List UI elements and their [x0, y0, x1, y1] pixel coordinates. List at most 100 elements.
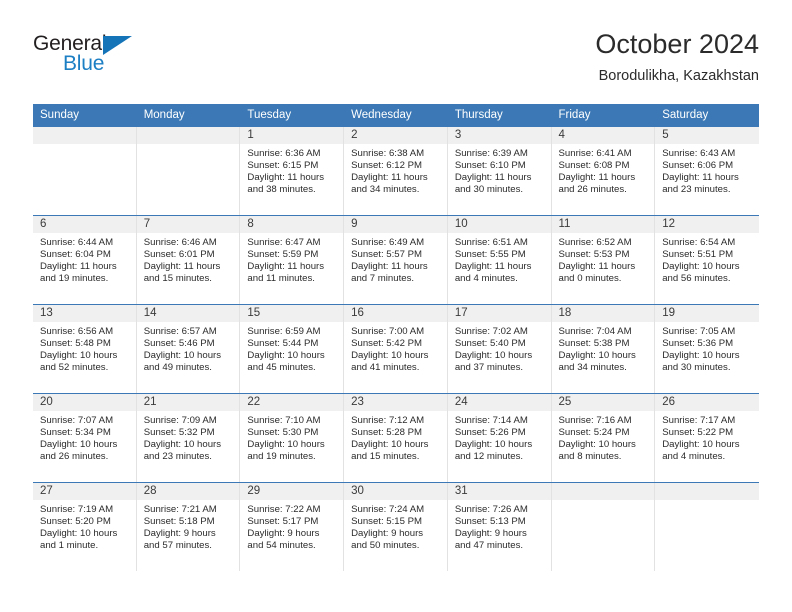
day-details: Sunrise: 6:49 AM Sunset: 5:57 PM Daylight:…	[344, 233, 447, 285]
day-details: Sunrise: 7:17 AM Sunset: 5:22 PM Daylight:…	[655, 411, 759, 463]
day-cell[interactable]: 9 Sunrise: 6:49 AM Sunset: 5:57 PM Daylight…	[344, 216, 448, 304]
weekday-header-monday: Monday	[143, 109, 185, 121]
sunrise-time: Sunrise: 6:36 AM	[247, 148, 321, 159]
sunrise-time: Sunrise: 6:39 AM	[454, 148, 528, 159]
day-details: Sunrise: 7:07 AM Sunset: 5:34 PM Daylight:…	[33, 411, 136, 463]
title-block: October 2024 Borodulikha, Kazakhstan	[595, 28, 759, 86]
daylight-duration-line2: and 15 minutes.	[143, 273, 212, 285]
day-cell[interactable]: 28 Sunrise: 7:21 AM Sunset: 5:18 PM Dayligh…	[136, 483, 241, 571]
sunrise-time: Sunrise: 6:59 AM	[247, 326, 321, 337]
day-cell-empty	[655, 483, 759, 571]
weekday-header-saturday: Saturday	[662, 109, 709, 121]
daylight-duration-line2: and 54 minutes.	[247, 540, 316, 552]
day-cell[interactable]: 14 Sunrise: 6:57 AM Sunset: 5:46 PM Dayligh…	[136, 305, 241, 393]
day-cell[interactable]: 5 Sunrise: 6:43 AM Sunset: 6:06 PM Daylight…	[655, 127, 759, 215]
daylight-duration-line2: and 47 minutes.	[454, 540, 524, 552]
daylight-duration-line2: and 50 minutes.	[351, 540, 420, 552]
day-number: 1	[240, 127, 344, 144]
sunrise-time: Sunrise: 6:56 AM	[40, 326, 114, 337]
day-cell[interactable]: 18 Sunrise: 7:04 AM Sunset: 5:38 PM Dayligh…	[551, 305, 656, 393]
day-cell[interactable]: 21 Sunrise: 7:09 AM Sunset: 5:32 PM Dayligh…	[136, 394, 241, 482]
day-number: 23	[344, 394, 447, 411]
day-number: 24	[447, 394, 551, 411]
weekday-header-friday: Friday	[558, 109, 591, 121]
sunrise-time: Sunrise: 7:00 AM	[351, 326, 425, 337]
day-cell[interactable]: 1 Sunrise: 6:36 AM Sunset: 6:15 PM Daylight…	[240, 127, 345, 215]
calendar-page: General Blue October 2024 Borodulikha, K…	[0, 0, 792, 612]
day-cell[interactable]: 16 Sunrise: 7:00 AM Sunset: 5:42 PM Dayligh…	[344, 305, 448, 393]
day-cell[interactable]: 15 Sunrise: 6:59 AM Sunset: 5:44 PM Dayligh…	[240, 305, 345, 393]
day-details: Sunrise: 7:26 AM Sunset: 5:13 PM Daylight:…	[448, 500, 551, 552]
day-cell[interactable]: 10 Sunrise: 6:51 AM Sunset: 5:55 PM Dayligh…	[447, 216, 552, 304]
daylight-duration-line2: and 8 minutes.	[558, 451, 622, 463]
sunrise-time: Sunrise: 7:16 AM	[558, 415, 632, 426]
daylight-duration-line2: and 19 minutes.	[40, 273, 109, 285]
day-number: 26	[655, 394, 759, 411]
daylight-duration-line2: and 0 minutes.	[558, 273, 622, 285]
day-cell[interactable]: 27 Sunrise: 7:19 AM Sunset: 5:20 PM Dayligh…	[33, 483, 137, 571]
day-cell[interactable]: 23 Sunrise: 7:12 AM Sunset: 5:28 PM Dayligh…	[344, 394, 448, 482]
day-details: Sunrise: 6:38 AM Sunset: 6:12 PM Daylight:…	[344, 144, 447, 196]
daylight-duration-line2: and 4 minutes.	[454, 273, 518, 285]
day-cell[interactable]: 6 Sunrise: 6:44 AM Sunset: 6:04 PM Daylight…	[33, 216, 137, 304]
sunset-time: Sunset: 5:15 PM	[351, 516, 423, 528]
daylight-duration-line2: and 38 minutes.	[247, 184, 316, 196]
day-number	[33, 127, 136, 144]
day-number: 31	[447, 483, 551, 500]
day-cell[interactable]: 2 Sunrise: 6:38 AM Sunset: 6:12 PM Daylight…	[344, 127, 448, 215]
weekday-header-sunday: Sunday	[40, 109, 80, 121]
daylight-duration-line1: Daylight: 11 hours	[40, 261, 117, 273]
day-details: Sunrise: 6:39 AM Sunset: 6:10 PM Daylight:…	[448, 144, 551, 196]
day-cell[interactable]: 20 Sunrise: 7:07 AM Sunset: 5:34 PM Dayligh…	[33, 394, 137, 482]
day-cell[interactable]: 7 Sunrise: 6:46 AM Sunset: 6:01 PM Daylight…	[136, 216, 241, 304]
sunrise-time: Sunrise: 6:49 AM	[351, 237, 425, 248]
sunrise-time: Sunrise: 6:47 AM	[247, 237, 321, 248]
day-cell[interactable]: 29 Sunrise: 7:22 AM Sunset: 5:17 PM Dayligh…	[240, 483, 345, 571]
day-cell[interactable]: 24 Sunrise: 7:14 AM Sunset: 5:26 PM Dayligh…	[447, 394, 552, 482]
day-cell[interactable]: 30 Sunrise: 7:24 AM Sunset: 5:15 PM Dayligh…	[344, 483, 448, 571]
daylight-duration-line1: Daylight: 10 hours	[558, 350, 636, 362]
sunset-time: Sunset: 6:06 PM	[662, 160, 734, 172]
day-number: 3	[447, 127, 551, 144]
day-cell[interactable]: 3 Sunrise: 6:39 AM Sunset: 6:10 PM Daylight…	[447, 127, 552, 215]
sunrise-time: Sunrise: 6:54 AM	[662, 237, 736, 248]
day-cell[interactable]: 17 Sunrise: 7:02 AM Sunset: 5:40 PM Dayligh…	[447, 305, 552, 393]
daylight-duration-line1: Daylight: 9 hours	[143, 528, 216, 540]
day-cell[interactable]: 25 Sunrise: 7:16 AM Sunset: 5:24 PM Dayligh…	[551, 394, 656, 482]
daylight-duration-line1: Daylight: 10 hours	[247, 439, 325, 451]
sunset-time: Sunset: 6:08 PM	[558, 160, 630, 172]
day-details	[33, 144, 136, 148]
sunrise-time: Sunrise: 6:57 AM	[143, 326, 217, 337]
calendar-week-row: 1 Sunrise: 6:36 AM Sunset: 6:15 PM Daylight…	[33, 127, 759, 215]
daylight-duration-line1: Daylight: 10 hours	[40, 528, 118, 540]
day-details: Sunrise: 6:36 AM Sunset: 6:15 PM Daylight:…	[240, 144, 343, 196]
day-details: Sunrise: 7:22 AM Sunset: 5:17 PM Daylight:…	[240, 500, 343, 552]
day-details: Sunrise: 6:59 AM Sunset: 5:44 PM Daylight:…	[240, 322, 343, 374]
day-number: 20	[33, 394, 136, 411]
calendar-week-row: 6 Sunrise: 6:44 AM Sunset: 6:04 PM Daylight…	[33, 215, 759, 304]
daylight-duration-line1: Daylight: 11 hours	[351, 172, 428, 184]
daylight-duration-line2: and 34 minutes.	[351, 184, 420, 196]
day-cell[interactable]: 19 Sunrise: 7:05 AM Sunset: 5:36 PM Dayligh…	[655, 305, 759, 393]
sunrise-time: Sunrise: 7:21 AM	[143, 504, 217, 515]
daylight-duration-line2: and 30 minutes.	[454, 184, 524, 196]
day-details: Sunrise: 7:14 AM Sunset: 5:26 PM Daylight:…	[448, 411, 551, 463]
daylight-duration-line2: and 30 minutes.	[662, 362, 731, 374]
day-cell[interactable]: 11 Sunrise: 6:52 AM Sunset: 5:53 PM Dayligh…	[551, 216, 656, 304]
sunset-time: Sunset: 5:44 PM	[247, 338, 319, 350]
general-blue-logo[interactable]: General Blue	[33, 32, 203, 88]
day-number: 22	[240, 394, 344, 411]
sunset-time: Sunset: 5:22 PM	[662, 427, 734, 439]
day-cell[interactable]: 13 Sunrise: 6:56 AM Sunset: 5:48 PM Dayligh…	[33, 305, 137, 393]
sunrise-time: Sunrise: 7:22 AM	[247, 504, 321, 515]
logo-text-blue: Blue	[63, 52, 105, 75]
day-cell[interactable]: 31 Sunrise: 7:26 AM Sunset: 5:13 PM Dayligh…	[447, 483, 552, 571]
day-number: 18	[551, 305, 655, 322]
daylight-duration-line1: Daylight: 10 hours	[143, 439, 222, 451]
day-cell[interactable]: 8 Sunrise: 6:47 AM Sunset: 5:59 PM Daylight…	[240, 216, 345, 304]
sunset-time: Sunset: 5:30 PM	[247, 427, 319, 439]
day-cell[interactable]: 4 Sunrise: 6:41 AM Sunset: 6:08 PM Daylight…	[551, 127, 656, 215]
day-cell[interactable]: 12 Sunrise: 6:54 AM Sunset: 5:51 PM Dayligh…	[655, 216, 759, 304]
day-cell[interactable]: 26 Sunrise: 7:17 AM Sunset: 5:22 PM Dayligh…	[655, 394, 759, 482]
day-cell[interactable]: 22 Sunrise: 7:10 AM Sunset: 5:30 PM Dayligh…	[240, 394, 345, 482]
